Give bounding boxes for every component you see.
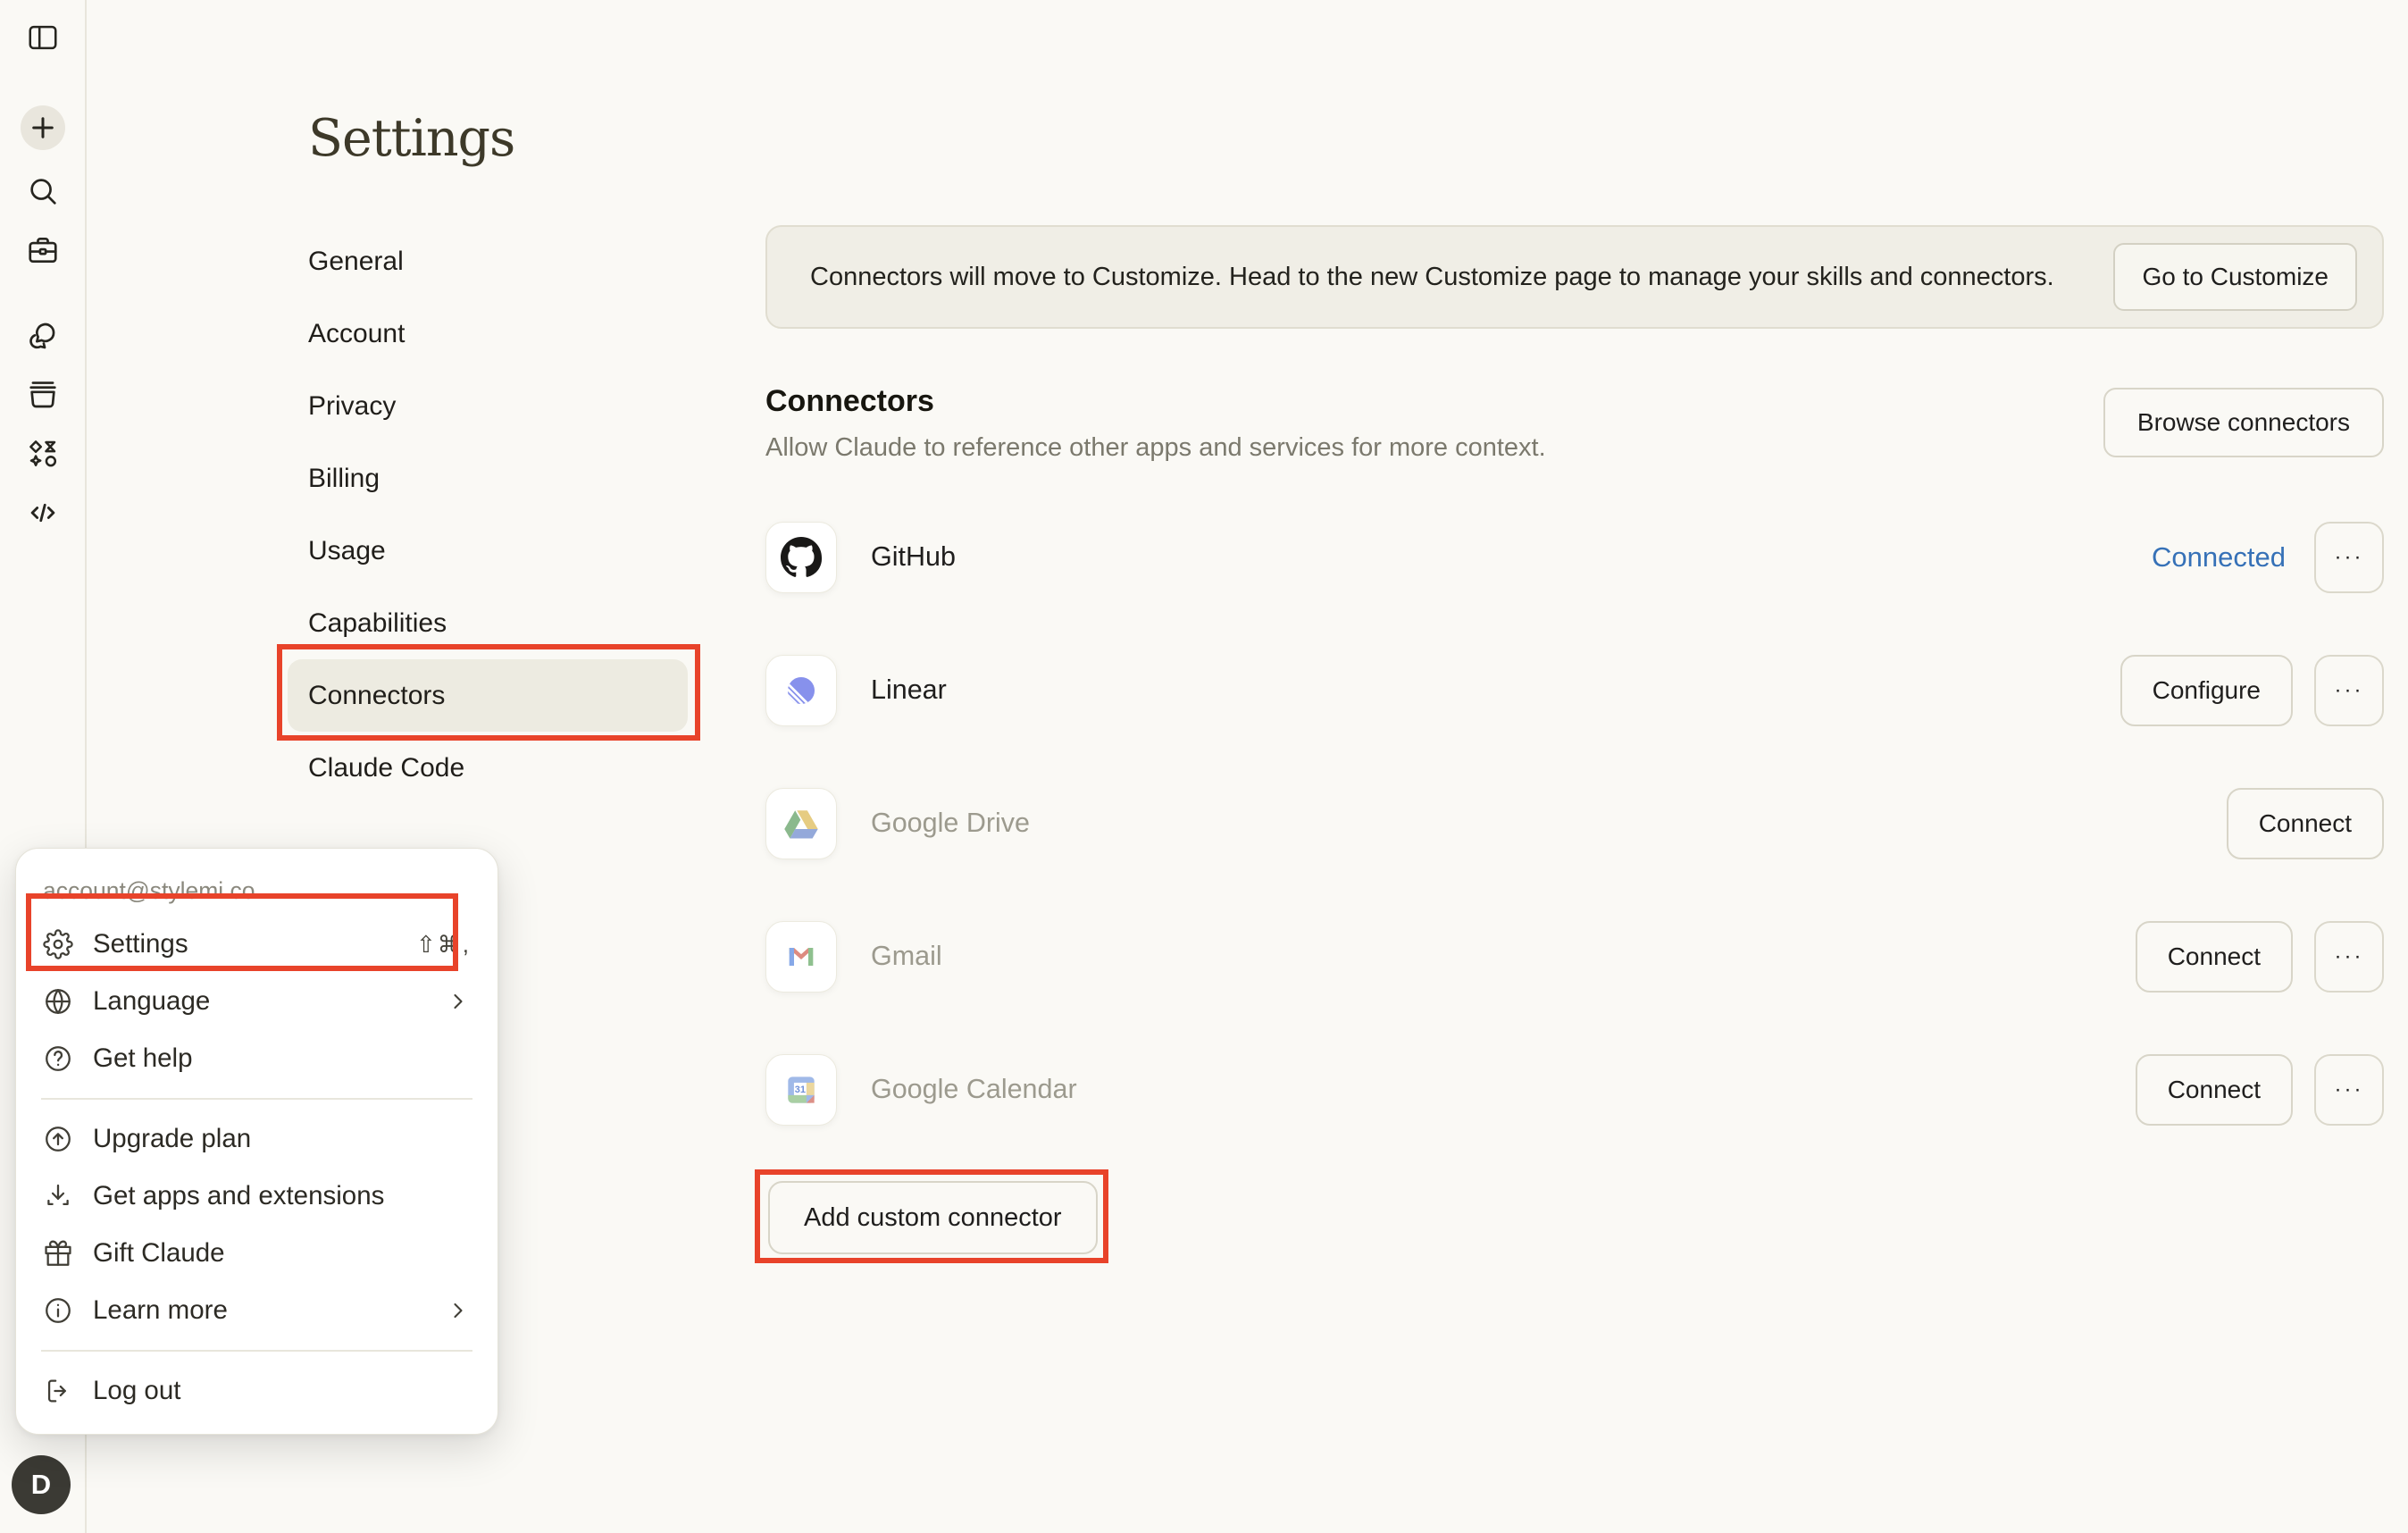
account-menu: account@stylemi.co Settings ⇧⌘, Language… <box>15 848 498 1435</box>
gift-icon <box>43 1238 73 1269</box>
help-circle-icon <box>43 1043 73 1074</box>
new-chat-icon <box>25 110 61 146</box>
page-title: Settings <box>308 109 514 168</box>
section-subtitle: Allow Claude to reference other apps and… <box>765 433 1546 463</box>
google-drive-connect-button[interactable]: Connect <box>2227 788 2384 859</box>
menu-item-label: Learn more <box>93 1295 228 1326</box>
menu-item-label: Settings <box>93 929 188 959</box>
nav-item-general[interactable]: General <box>288 225 688 297</box>
menu-item-label: Gift Claude <box>93 1238 225 1269</box>
menu-item-settings[interactable]: Settings ⇧⌘, <box>16 916 497 973</box>
connector-row-github: GitHub Connected ··· <box>765 490 2384 624</box>
shapes-icon[interactable] <box>25 436 61 472</box>
info-icon <box>43 1295 73 1326</box>
google-calendar-icon: 31 <box>765 1054 837 1126</box>
menu-item-label: Get apps and extensions <box>93 1181 384 1211</box>
chevron-right-icon <box>446 1298 471 1323</box>
menu-item-log-out[interactable]: Log out <box>16 1362 497 1420</box>
workbench-icon[interactable] <box>25 232 61 268</box>
browse-connectors-button[interactable]: Browse connectors <box>2103 388 2384 457</box>
menu-item-get-help[interactable]: Get help <box>16 1030 497 1087</box>
account-email: account@stylemi.co <box>16 861 497 916</box>
download-icon <box>43 1181 73 1211</box>
connector-row-google-drive: Google Drive Connect <box>765 757 2384 890</box>
menu-item-label: Upgrade plan <box>93 1124 251 1154</box>
github-icon <box>765 522 837 593</box>
connector-name: Gmail <box>871 941 942 972</box>
svg-text:31: 31 <box>795 1084 806 1094</box>
chevron-right-icon <box>446 989 471 1014</box>
go-to-customize-button[interactable]: Go to Customize <box>2113 243 2357 311</box>
search-icon[interactable] <box>25 173 61 209</box>
menu-item-gift-claude[interactable]: Gift Claude <box>16 1225 497 1282</box>
connector-list: GitHub Connected ··· Linear Configure ··… <box>765 490 2384 1156</box>
connector-row-gmail: Gmail Connect ··· <box>765 890 2384 1023</box>
menu-item-upgrade-plan[interactable]: Upgrade plan <box>16 1110 497 1168</box>
gmail-connect-button[interactable]: Connect <box>2136 921 2293 993</box>
connector-row-google-calendar: 31 Google Calendar Connect ··· <box>765 1023 2384 1156</box>
code-icon[interactable] <box>25 495 61 531</box>
gmail-more-button[interactable]: ··· <box>2314 921 2384 993</box>
linear-icon <box>765 655 837 726</box>
connectors-header: Connectors Allow Claude to reference oth… <box>765 384 2384 463</box>
linear-configure-button[interactable]: Configure <box>2120 655 2293 726</box>
connector-name: Google Calendar <box>871 1074 1077 1105</box>
nav-item-connectors[interactable]: Connectors <box>288 659 688 732</box>
archive-icon[interactable] <box>25 377 61 413</box>
gear-icon <box>43 929 73 959</box>
menu-item-learn-more[interactable]: Learn more <box>16 1282 497 1339</box>
nav-item-claude-code[interactable]: Claude Code <box>288 732 688 804</box>
upgrade-icon <box>43 1124 73 1154</box>
nav-item-privacy[interactable]: Privacy <box>288 370 688 442</box>
connector-name: GitHub <box>871 541 956 573</box>
logout-icon <box>43 1376 73 1406</box>
banner-text: Connectors will move to Customize. Head … <box>810 263 2054 292</box>
menu-item-label: Language <box>93 986 210 1017</box>
nav-item-account[interactable]: Account <box>288 297 688 370</box>
connector-name: Google Drive <box>871 808 1030 839</box>
menu-item-label: Get help <box>93 1043 193 1074</box>
nav-item-usage[interactable]: Usage <box>288 515 688 587</box>
chats-icon[interactable] <box>25 318 61 354</box>
connector-name: Linear <box>871 674 947 706</box>
user-avatar[interactable]: D <box>12 1455 71 1514</box>
google-calendar-connect-button[interactable]: Connect <box>2136 1054 2293 1126</box>
customize-banner: Connectors will move to Customize. Head … <box>765 225 2384 329</box>
github-more-button[interactable]: ··· <box>2314 522 2384 593</box>
connected-status: Connected <box>2152 541 2286 574</box>
settings-shortcut: ⇧⌘, <box>416 931 471 959</box>
sidebar-toggle-icon[interactable] <box>25 20 61 55</box>
gmail-icon <box>765 921 837 993</box>
menu-item-get-apps[interactable]: Get apps and extensions <box>16 1168 497 1225</box>
section-title: Connectors <box>765 384 1546 419</box>
google-drive-icon <box>765 788 837 859</box>
settings-nav: General Account Privacy Billing Usage Ca… <box>288 225 688 804</box>
menu-item-language[interactable]: Language <box>16 973 497 1030</box>
new-chat-button[interactable] <box>21 105 65 150</box>
add-custom-connector-button[interactable]: Add custom connector <box>768 1181 1098 1254</box>
google-calendar-more-button[interactable]: ··· <box>2314 1054 2384 1126</box>
menu-item-label: Log out <box>93 1376 180 1406</box>
nav-item-billing[interactable]: Billing <box>288 442 688 515</box>
globe-icon <box>43 986 73 1017</box>
menu-divider <box>41 1098 472 1100</box>
connector-row-linear: Linear Configure ··· <box>765 624 2384 757</box>
linear-more-button[interactable]: ··· <box>2314 655 2384 726</box>
menu-divider <box>41 1350 472 1352</box>
nav-item-capabilities[interactable]: Capabilities <box>288 587 688 659</box>
